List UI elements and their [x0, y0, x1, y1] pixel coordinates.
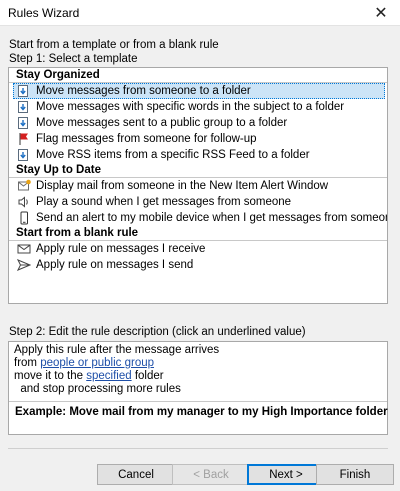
- template-item-label: Send an alert to my mobile device when I…: [36, 212, 388, 224]
- people-or-public-group-link[interactable]: people or public group: [40, 357, 154, 369]
- close-icon[interactable]: ✕: [368, 2, 394, 24]
- intro-text: Start from a template or from a blank ru…: [9, 39, 219, 51]
- description-line: from people or public group: [9, 357, 387, 370]
- template-item-label: Move messages from someone to a folder: [36, 85, 251, 97]
- title-bar: Rules Wizard ✕: [0, 0, 400, 26]
- divider: [9, 401, 387, 402]
- next-button[interactable]: Next >: [247, 464, 325, 485]
- divider: [9, 82, 387, 83]
- group-header-label: Start from a blank rule: [16, 227, 139, 239]
- description-line: Apply this rule after the message arrive…: [14, 344, 220, 356]
- template-item[interactable]: Play a sound when I get messages from so…: [9, 194, 387, 210]
- specified-folder-link[interactable]: specified: [86, 370, 131, 382]
- description-line: and stop processing more rules: [14, 383, 181, 395]
- template-item-label: Apply rule on messages I receive: [36, 243, 206, 255]
- description-text: folder: [131, 370, 164, 382]
- alert-window-icon: [17, 179, 31, 193]
- template-item-label: Play a sound when I get messages from so…: [36, 196, 292, 208]
- finish-button[interactable]: Finish: [316, 464, 394, 485]
- rule-description-box: Apply this rule after the message arrive…: [8, 341, 388, 435]
- template-list[interactable]: Stay Organized Move messages from someone…: [8, 67, 388, 304]
- step1-label: Step 1: Select a template: [9, 53, 138, 65]
- back-button[interactable]: < Back: [172, 464, 250, 485]
- template-item[interactable]: Display mail from someone in the New Ite…: [9, 178, 387, 194]
- group-header: Stay Organized: [9, 68, 387, 83]
- group-header: Start from a blank rule: [9, 226, 387, 241]
- template-item-label: Apply rule on messages I send: [36, 259, 194, 271]
- divider: [9, 177, 387, 178]
- cancel-button[interactable]: Cancel: [97, 464, 175, 485]
- template-item-label: Move messages sent to a public group to …: [36, 117, 288, 129]
- template-item[interactable]: Move messages from someone to a folder: [13, 83, 385, 99]
- group-header-label: Stay Organized: [16, 69, 100, 81]
- description-line: move it to the specified folder: [9, 370, 387, 383]
- template-item[interactable]: Move messages with specific words in the…: [9, 99, 387, 115]
- divider: [8, 448, 388, 449]
- window-title: Rules Wizard: [8, 6, 80, 20]
- folder-move-icon: [17, 84, 31, 98]
- folder-move-icon: [17, 100, 31, 114]
- speaker-icon: [17, 195, 31, 209]
- template-item-label: Display mail from someone in the New Ite…: [36, 180, 329, 192]
- template-item[interactable]: Apply rule on messages I receive: [9, 241, 387, 257]
- example-text: Example: Move mail from my manager to my…: [15, 406, 388, 418]
- send-arrow-icon: [17, 258, 31, 272]
- group-header: Stay Up to Date: [9, 163, 387, 178]
- divider: [9, 240, 387, 241]
- template-item[interactable]: Send an alert to my mobile device when I…: [9, 210, 387, 226]
- template-item[interactable]: Move RSS items from a specific RSS Feed …: [9, 147, 387, 163]
- template-item-label: Move RSS items from a specific RSS Feed …: [36, 149, 310, 161]
- template-item-label: Move messages with specific words in the…: [36, 101, 345, 113]
- folder-move-icon: [17, 148, 31, 162]
- template-item[interactable]: Move messages sent to a public group to …: [9, 115, 387, 131]
- folder-move-icon: [17, 116, 31, 130]
- step2-label: Step 2: Edit the rule description (click…: [9, 326, 306, 338]
- description-text: move it to the: [14, 370, 87, 382]
- red-flag-icon: [17, 132, 31, 146]
- template-item[interactable]: Apply rule on messages I send: [9, 257, 387, 273]
- mobile-phone-icon: [17, 211, 31, 225]
- template-item[interactable]: Flag messages from someone for follow-up: [9, 131, 387, 147]
- envelope-icon: [17, 242, 31, 256]
- template-item-label: Flag messages from someone for follow-up: [36, 133, 257, 145]
- group-header-label: Stay Up to Date: [16, 164, 101, 176]
- description-text: from: [14, 357, 41, 369]
